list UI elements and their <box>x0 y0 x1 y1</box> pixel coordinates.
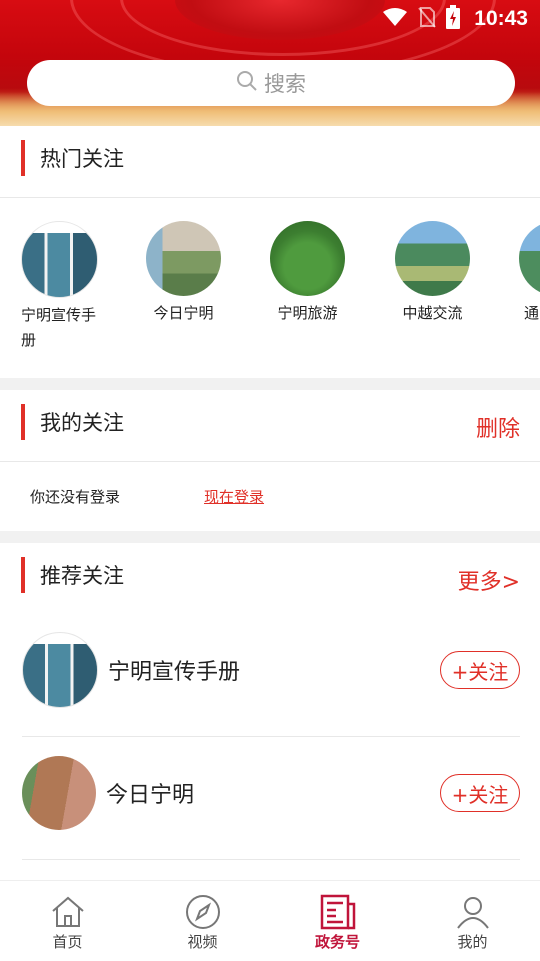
tab-label: 政务号 <box>314 933 360 951</box>
hot-item-brochure[interactable]: 宁明宣传手册 <box>21 221 98 353</box>
recommend-title: 推荐关注 <box>21 557 124 593</box>
bottom-tab-bar: 首页 视频 政务号 我的 <box>0 880 540 961</box>
more-link[interactable]: 更多> <box>458 564 520 596</box>
karst-thumbnail <box>395 221 470 296</box>
not-logged-in-text: 你还没有登录 <box>30 488 121 506</box>
divider <box>0 197 540 198</box>
hot-item-label: 宁明宣传手册 <box>21 306 97 349</box>
newspaper-icon <box>320 893 356 931</box>
cliff-thumbnail <box>146 221 221 296</box>
tab-video[interactable]: 视频 <box>135 881 270 961</box>
landscape-thumbnail <box>270 221 345 296</box>
tab-label: 首页 <box>52 933 83 951</box>
hot-item-exchange[interactable]: 中越交流 <box>395 221 470 326</box>
hot-item-label: 中越交流 <box>402 304 463 322</box>
partial-thumbnail <box>519 221 540 296</box>
brochure-thumbnail <box>21 221 98 298</box>
battery-charging-icon <box>446 5 461 33</box>
my-follow-title: 我的关注 <box>21 404 124 440</box>
search-icon <box>236 70 258 97</box>
user-icon <box>455 893 491 931</box>
recommend-item-name: 宁明宣传手册 <box>108 660 241 685</box>
divider <box>0 461 540 462</box>
search-placeholder: 搜索 <box>264 72 306 96</box>
recommend-item[interactable]: 宁明宣传手册 +关注 <box>22 632 520 708</box>
compass-icon <box>185 893 221 931</box>
section-gap <box>0 531 540 543</box>
search-bar[interactable]: 搜索 <box>27 60 515 106</box>
brochure-thumbnail <box>22 632 98 708</box>
status-bar: 10:43 <box>382 5 528 33</box>
divider <box>22 736 520 737</box>
home-icon <box>50 893 86 931</box>
no-sim-icon <box>418 6 437 32</box>
tab-label: 我的 <box>457 933 488 951</box>
header-banner: 10:43 搜索 <box>0 0 540 126</box>
tab-label: 视频 <box>187 933 218 951</box>
recommend-item[interactable]: 今日宁明 +关注 <box>22 756 520 830</box>
delete-button[interactable]: 删除 <box>476 411 520 443</box>
follow-button[interactable]: +关注 <box>440 774 520 812</box>
hot-item-label: 今日宁明 <box>153 304 214 322</box>
login-link[interactable]: 现在登录 <box>204 486 264 507</box>
wifi-icon <box>382 7 408 31</box>
follow-button[interactable]: +关注 <box>440 651 520 689</box>
status-time: 10:43 <box>474 7 528 30</box>
recommend-item-name: 今日宁明 <box>106 783 195 808</box>
hot-item-partial[interactable]: 通 <box>519 221 540 326</box>
hot-item-tourism[interactable]: 宁明旅游 <box>270 221 345 326</box>
tab-home[interactable]: 首页 <box>0 881 135 961</box>
hot-item-label: 通 <box>524 304 540 322</box>
divider <box>22 859 520 860</box>
tab-mine[interactable]: 我的 <box>405 881 540 961</box>
tab-government[interactable]: 政务号 <box>270 881 405 961</box>
section-gap <box>0 378 540 390</box>
hot-item-label: 宁明旅游 <box>277 304 338 322</box>
hot-item-today[interactable]: 今日宁明 <box>146 221 221 326</box>
cliff-thumbnail <box>22 756 96 830</box>
hot-follow-title: 热门关注 <box>21 140 124 176</box>
